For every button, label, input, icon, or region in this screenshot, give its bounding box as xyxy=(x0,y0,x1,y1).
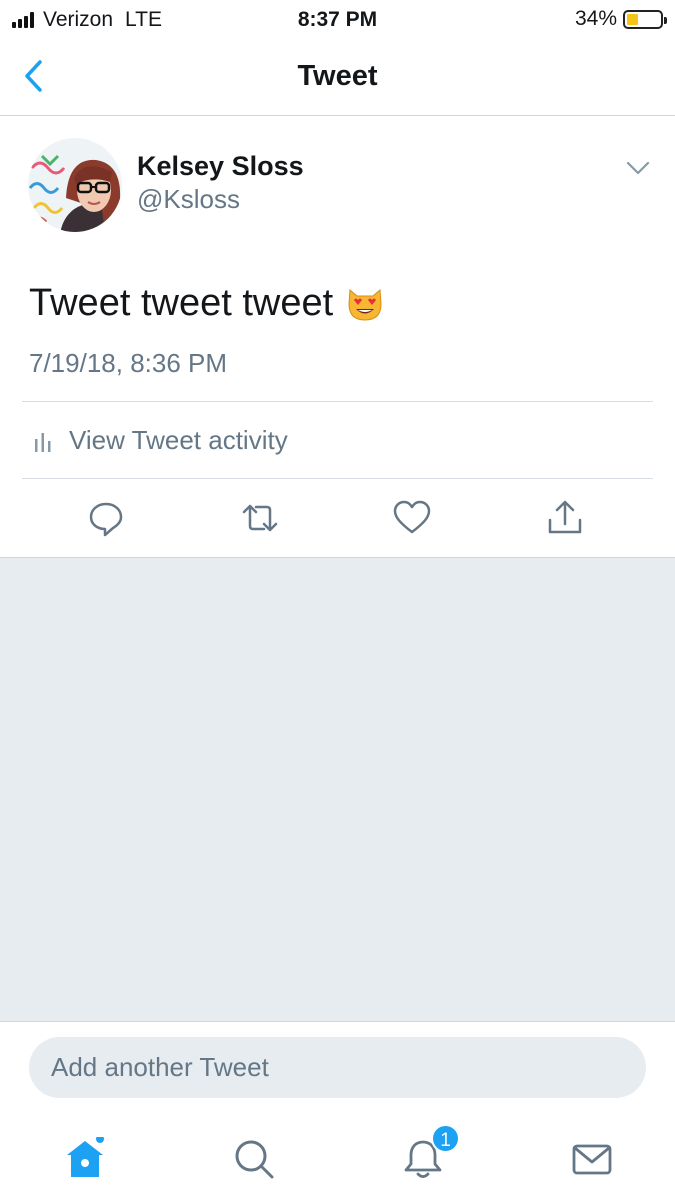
divider xyxy=(22,401,653,402)
avatar[interactable] xyxy=(28,138,122,232)
bar-chart-icon xyxy=(35,432,51,452)
notification-badge: 1 xyxy=(431,1124,460,1153)
battery-percent: 34% xyxy=(574,7,617,30)
reply-icon[interactable] xyxy=(86,498,126,538)
smiling-cat-heart-eyes-icon xyxy=(348,288,382,321)
view-tweet-activity-link[interactable]: View Tweet activity xyxy=(33,425,288,456)
nav-bar: Tweet xyxy=(0,38,675,116)
battery-icon xyxy=(623,9,667,29)
add-tweet-input[interactable] xyxy=(29,1037,646,1098)
status-bar: Verizon LTE 8:37 PM 34% xyxy=(0,0,675,38)
status-right: 34% xyxy=(574,7,667,31)
tweet-text: Tweet tweet tweet xyxy=(29,282,334,324)
share-icon[interactable] xyxy=(545,498,585,538)
activity-label: View Tweet activity xyxy=(69,425,288,455)
search-icon[interactable] xyxy=(232,1137,276,1181)
retweet-icon[interactable] xyxy=(240,498,280,538)
tweet-text-row: Tweet tweet tweet xyxy=(29,282,385,325)
messages-icon[interactable] xyxy=(570,1137,614,1181)
chevron-down-icon[interactable] xyxy=(626,160,650,176)
empty-replies-area xyxy=(0,558,675,1021)
author-handle[interactable]: @Ksloss xyxy=(137,184,240,215)
like-icon[interactable] xyxy=(392,498,432,538)
author-name[interactable]: Kelsey Sloss xyxy=(137,151,304,182)
tweet-timestamp: 7/19/18, 8:36 PM xyxy=(29,348,228,378)
page-title: Tweet xyxy=(297,60,378,92)
status-time: 8:37 PM xyxy=(297,8,378,31)
home-icon[interactable] xyxy=(63,1137,107,1181)
tweet-actions xyxy=(0,478,675,558)
bottom-bar xyxy=(0,1021,675,1200)
